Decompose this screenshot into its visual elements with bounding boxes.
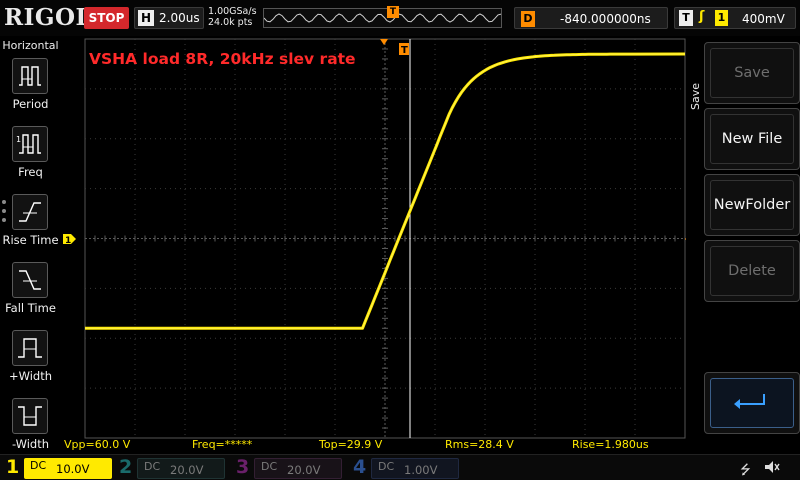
measurement-vpp: Vpp=60.0 V <box>64 438 131 451</box>
measure-negative-width-item[interactable]: -Width <box>0 396 61 462</box>
measurement-top: Top=29.9 V <box>319 438 383 451</box>
acquisition-info: 1.00GSa/s 24.0k pts <box>208 6 257 28</box>
measure-positive-width-item[interactable]: +Width <box>0 328 61 394</box>
measure-period-item[interactable]: Period <box>0 56 61 122</box>
channel-4-scale-box[interactable]: DC 1.00V <box>371 458 459 479</box>
button-label: Save <box>710 48 794 98</box>
trigger-position-marker: T <box>387 6 399 18</box>
channel-4-scale: 1.00V <box>404 463 438 477</box>
status-bar: RIGOL STOP H 2.00us 1.00GSa/s 24.0k pts … <box>0 0 800 36</box>
delay-label: D <box>521 11 535 27</box>
memory-overview-bar[interactable] <box>263 8 502 28</box>
delete-button[interactable]: Delete <box>704 240 800 302</box>
horizontal-label: H <box>138 10 154 26</box>
waveform-display[interactable]: T 1 T VSHA load 8R, 20kHz slev rate <box>61 36 686 439</box>
new-file-button[interactable]: New File <box>704 108 800 170</box>
svg-text:T: T <box>401 45 408 56</box>
channel-1-scale: 10.0V <box>56 462 90 476</box>
measure-label: Fall Time <box>5 301 56 315</box>
positive-width-icon <box>12 330 48 366</box>
period-icon <box>12 58 48 94</box>
button-label: NewFolder <box>710 180 794 230</box>
delay-value: -840.000000ns <box>560 12 651 26</box>
button-label: New File <box>710 114 794 164</box>
new-folder-button[interactable]: NewFolder <box>704 174 800 236</box>
trigger-source: 1 <box>715 10 728 26</box>
dc-coupling-icon: DC <box>378 460 395 473</box>
freq-icon: 1 <box>12 126 48 162</box>
sound-muted-icon[interactable] <box>764 460 780 474</box>
channel-3-scale: 20.0V <box>287 463 321 477</box>
measure-menu: Horizontal Period 1 Freq Rise Time Fall … <box>0 36 61 454</box>
negative-width-icon <box>12 398 48 434</box>
memory-overview-waveform <box>263 13 502 23</box>
measure-freq-item[interactable]: 1 Freq <box>0 124 61 190</box>
memory-depth: 24.0k pts <box>208 17 253 28</box>
return-arrow-icon <box>710 378 794 428</box>
measure-label: Freq <box>18 165 43 179</box>
channel-4-number[interactable]: 4 <box>353 456 366 478</box>
timebase-value: 2.00us <box>159 11 200 25</box>
svg-text:1: 1 <box>16 135 21 144</box>
trigger-level: 400mV <box>742 12 785 26</box>
svg-text:1: 1 <box>65 236 71 246</box>
menu-title: Save <box>689 82 702 110</box>
fall-time-icon <box>12 262 48 298</box>
channel-bar: 1 DC 10.0V 2 DC 20.0V 3 DC 20.0V 4 DC 1.… <box>0 454 800 480</box>
rising-edge-icon: ʃ <box>699 9 705 24</box>
menu-title: Horizontal <box>2 39 59 52</box>
channel-1-number[interactable]: 1 <box>6 456 19 478</box>
run-stop-indicator[interactable]: STOP <box>84 7 129 29</box>
save-button[interactable]: Save <box>704 42 800 104</box>
channel-2-scale-box[interactable]: DC 20.0V <box>137 458 225 479</box>
channel-3-number[interactable]: 3 <box>236 456 249 478</box>
measurement-freq: Freq=***** <box>192 438 253 451</box>
measurement-rms: Rms=28.4 V <box>445 438 514 451</box>
measure-label: -Width <box>11 437 50 451</box>
sample-rate: 1.00GSa/s <box>208 6 257 17</box>
horizontal-scale-box[interactable]: H 2.00us <box>134 7 204 29</box>
measure-rise-time-item[interactable]: Rise Time <box>0 192 61 258</box>
channel-2-number[interactable]: 2 <box>119 456 132 478</box>
trigger-label: T <box>679 10 693 26</box>
screen-annotation: VSHA load 8R, 20kHz slev rate <box>89 50 356 68</box>
return-button[interactable] <box>704 372 800 434</box>
measurement-results: Vpp=60.0 V Freq=***** Top=29.9 V Rms=28.… <box>61 438 686 454</box>
channel-1-scale-box[interactable]: DC 10.0V <box>24 458 112 479</box>
dc-coupling-icon: DC <box>261 460 278 473</box>
measure-fall-time-item[interactable]: Fall Time <box>0 260 61 326</box>
measure-label: Rise Time <box>2 233 59 247</box>
channel-3-scale-box[interactable]: DC 20.0V <box>254 458 342 479</box>
save-menu: Save Save New File NewFolder Delete <box>686 36 800 454</box>
brand-logo: RIGOL <box>4 4 93 31</box>
rise-time-icon <box>12 194 48 230</box>
graticule: T 1 T <box>63 38 686 439</box>
usb-icon: ⭍ <box>740 463 751 478</box>
channel-2-scale: 20.0V <box>170 463 204 477</box>
measure-label: +Width <box>8 369 53 383</box>
dc-coupling-icon: DC <box>30 459 47 472</box>
dc-coupling-icon: DC <box>144 460 161 473</box>
measure-label: Period <box>12 97 49 111</box>
measurement-rise: Rise=1.980us <box>572 438 649 451</box>
button-label: Delete <box>710 246 794 296</box>
